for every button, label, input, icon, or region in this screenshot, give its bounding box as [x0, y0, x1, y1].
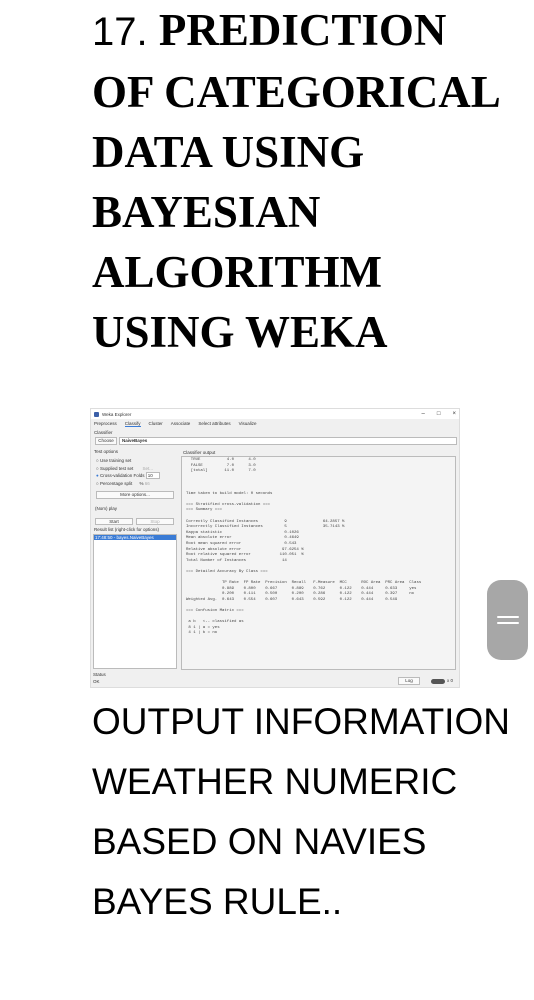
test-options-label: Test options [94, 449, 119, 454]
output-label: Classifier output [183, 450, 216, 455]
option-percentage-split[interactable]: ○ Percentage split % 66 [96, 480, 160, 488]
choose-button[interactable]: Choose [95, 437, 117, 445]
page-heading: 17. PREDICTION OF CATEGORICAL DATA USING… [92, 0, 512, 362]
floating-menu-button[interactable] [487, 580, 528, 660]
window-titlebar: Weka Explorer – □ × [91, 409, 459, 419]
weka-explorer-screenshot: Weka Explorer – □ × Preprocess Classify Cl… [90, 408, 460, 688]
tab-associate[interactable]: Associate [171, 421, 191, 427]
maximize-button[interactable]: □ [437, 411, 441, 417]
status-value: OK [93, 679, 100, 684]
minimize-button[interactable]: – [422, 411, 425, 417]
start-button[interactable]: Start [95, 518, 133, 525]
more-options-button[interactable]: More options... [96, 491, 174, 499]
window-title: Weka Explorer [102, 411, 132, 417]
classifier-field[interactable]: NaiveBayes [119, 437, 457, 445]
classifier-label: Classifier [94, 430, 113, 435]
option-supplied-test-set[interactable]: ○ Supplied test set Set... [96, 465, 160, 473]
weka-bird-icon [94, 411, 99, 417]
tab-visualize[interactable]: Visualize [239, 421, 257, 427]
tab-cluster[interactable]: Cluster [149, 421, 163, 427]
heading-number: 17. [92, 10, 148, 54]
class-select[interactable]: (Nom) play [93, 506, 177, 515]
menu-icon [496, 612, 519, 628]
tab-preprocess[interactable]: Preprocess [94, 421, 117, 427]
tab-select-attributes[interactable]: Select attributes [198, 421, 230, 427]
x-count: x 0 [447, 678, 454, 683]
stop-button[interactable]: Stop [136, 518, 174, 525]
tab-classify[interactable]: Classify [124, 421, 141, 427]
option-cross-validation[interactable]: ● Cross-validation Folds 10 [96, 472, 160, 480]
close-button[interactable]: × [452, 411, 456, 417]
heading-title: PREDICTION OF CATEGORICAL DATA USING BAY… [92, 5, 499, 357]
option-use-training-set[interactable]: ○ Use training set [96, 457, 160, 465]
result-list[interactable]: 17:48:50 - bayes.NaiveBayes [93, 534, 177, 669]
weka-bird-status-icon [431, 679, 445, 684]
tab-bar: Preprocess Classify Cluster Associate Se… [91, 419, 459, 429]
result-list-label: Result list (right-click for options) [94, 527, 160, 532]
set-button[interactable]: Set... [143, 466, 154, 471]
result-item[interactable]: 17:48:50 - bayes.NaiveBayes [94, 535, 176, 540]
status-label: Status [93, 672, 106, 677]
log-button[interactable]: Log [398, 677, 420, 685]
test-options: ○ Use training set ○ Supplied test set S… [96, 457, 160, 487]
classifier-output[interactable]: TRUE 4.0 4.0 FALSE 7.0 3.0 [total] 11.0 … [181, 456, 456, 670]
description-text: OUTPUT INFORMATION WEATHER NUMERIC BASED… [92, 701, 510, 922]
folds-input[interactable]: 10 [145, 472, 160, 479]
